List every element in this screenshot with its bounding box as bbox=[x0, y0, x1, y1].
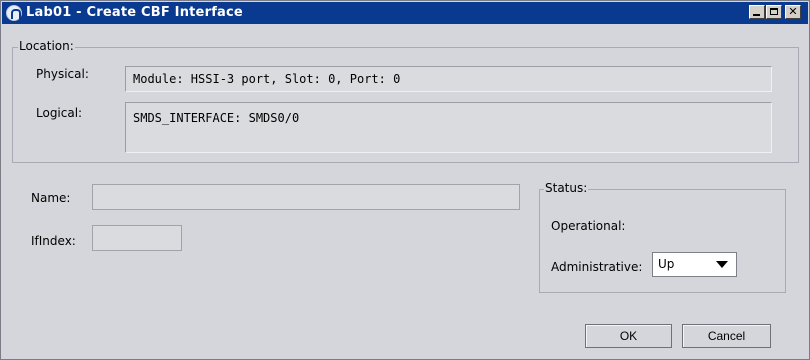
app-logo-icon bbox=[6, 5, 22, 21]
operational-label: Operational: bbox=[551, 219, 626, 233]
location-group-label: Location: bbox=[18, 39, 75, 53]
ok-button[interactable]: OK bbox=[585, 324, 672, 348]
cancel-button[interactable]: Cancel bbox=[682, 324, 771, 348]
logical-value: SMDS_INTERFACE: SMDS0/0 bbox=[133, 111, 300, 125]
close-button[interactable]: ✕ bbox=[785, 5, 801, 19]
administrative-select[interactable]: Up bbox=[652, 252, 737, 277]
title-bar[interactable]: Lab01 - Create CBF Interface ✕ bbox=[2, 2, 808, 24]
name-label: Name: bbox=[31, 191, 71, 205]
logical-field: SMDS_INTERFACE: SMDS0/0 bbox=[125, 102, 772, 153]
administrative-label: Administrative: bbox=[551, 260, 643, 274]
dialog-window: Lab01 - Create CBF Interface ✕ Location:… bbox=[0, 0, 810, 360]
maximize-button[interactable] bbox=[766, 5, 782, 19]
maximize-icon bbox=[770, 8, 778, 15]
close-icon: ✕ bbox=[788, 5, 798, 18]
chevron-down-icon[interactable] bbox=[716, 261, 728, 268]
logical-label: Logical: bbox=[36, 106, 83, 120]
ifindex-label: IfIndex: bbox=[31, 234, 76, 248]
status-group bbox=[539, 189, 786, 293]
physical-field: Module: HSSI-3 port, Slot: 0, Port: 0 bbox=[125, 66, 772, 92]
minimize-button[interactable] bbox=[749, 5, 765, 19]
minimize-icon bbox=[753, 14, 760, 16]
window-title: Lab01 - Create CBF Interface bbox=[26, 5, 243, 20]
status-group-label: Status: bbox=[544, 181, 589, 195]
physical-value: Module: HSSI-3 port, Slot: 0, Port: 0 bbox=[133, 72, 401, 86]
ifindex-input[interactable] bbox=[92, 225, 182, 251]
name-input[interactable] bbox=[92, 184, 520, 210]
physical-label: Physical: bbox=[36, 67, 89, 81]
administrative-value: Up bbox=[658, 257, 675, 271]
